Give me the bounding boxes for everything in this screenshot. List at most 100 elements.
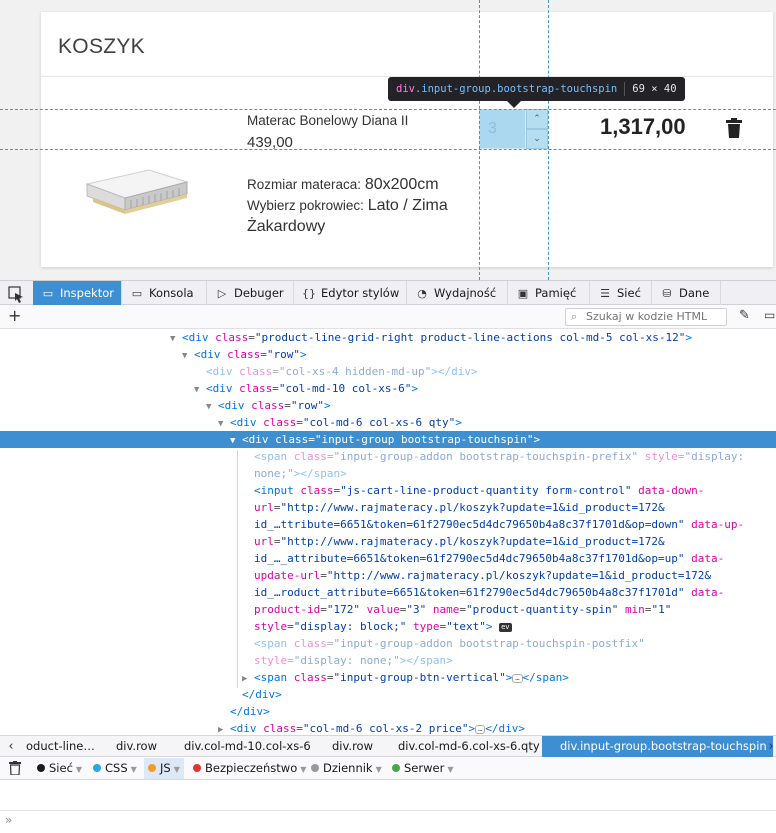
page-viewport: KOSZYK Materac Bonelowy Diana II 439,00 …	[0, 0, 776, 280]
element-picker-button[interactable]	[0, 281, 33, 305]
breadcrumb-item[interactable]: div.row	[332, 736, 373, 757]
breadcrumb-item[interactable]: div.col-md-10.col-xs-6	[184, 736, 311, 757]
breadcrumb: ‹ oduct-line… div.row div.col-md-10.col-…	[0, 735, 776, 757]
network-dot-icon	[37, 763, 45, 772]
filter-security[interactable]: Bezpieczeństwo ▼	[193, 758, 306, 779]
filter-js[interactable]: JS ▼	[144, 758, 184, 779]
tab-performance[interactable]: ◔ Wydajność	[407, 281, 508, 305]
attr-value: row	[297, 399, 318, 412]
console-prompt-icon: »	[5, 813, 13, 827]
filter-log[interactable]: Dziennik ▼	[311, 758, 382, 779]
markup-node-cont: update-url="http://www.rajmateracy.pl/ko…	[254, 569, 711, 582]
attr-value: http://www.rajmateracy.pl/koszyk?update=…	[287, 535, 665, 548]
markup-node-selected[interactable]: ▼ <div class="input-group bootstrap-touch…	[0, 431, 776, 448]
markup-node[interactable]: <div class="col-xs-4 hidden-md-up"></div…	[0, 363, 776, 380]
attribute-cover: Wybierz pokrowiec: Lato / Zima Żakardowy	[247, 195, 477, 237]
markup-close-tag: </div>	[230, 705, 270, 718]
attribute-cover-label: Wybierz pokrowiec:	[247, 198, 364, 213]
markup-node-cont: id_…_attribute=6651&token=61f2790ec5d4dc…	[254, 552, 725, 565]
breadcrumb-item[interactable]: div.col-md-6.col-xs-6.qty	[398, 736, 540, 757]
tab-network[interactable]: ☰ Sieć	[590, 281, 652, 305]
infobar-tag: div	[396, 83, 415, 95]
product-attributes: Rozmiar materaca: 80x200cm Wybierz pokro…	[247, 174, 477, 237]
devtools-tabbar: ▭ Inspektor ▭ Konsola ▷ Debuger {} Edytor st…	[0, 280, 776, 305]
markup-node[interactable]: ▼ <div class="row">	[0, 346, 776, 363]
attr-value: product-line-grid-right product-line-act…	[261, 331, 679, 344]
product-name[interactable]: Materac Bonelowy Diana II	[247, 113, 408, 128]
console-icon: ▭	[131, 287, 143, 300]
debugger-icon: ▷	[217, 287, 227, 300]
tab-debugger[interactable]: ▷ Debuger	[207, 281, 294, 305]
markup-node[interactable]: ▶ <div class="col-md-6 col-xs-2 price">… <…	[0, 720, 776, 734]
markup-node-cont: none;"></span>	[254, 467, 347, 480]
attr-value: id_…ttribute=6651&token=61f2790ec5d4dc79…	[254, 518, 678, 531]
breadcrumb-item[interactable]: div.row	[116, 736, 157, 757]
markup-node-cont: product-id="172" value="3" name="product…	[254, 603, 672, 616]
tab-label: Edytor stylów	[321, 286, 400, 300]
filter-server[interactable]: Serwer ▼	[392, 758, 453, 779]
markup-view: ▼ <div class="product-line-grid-right pro…	[0, 329, 776, 734]
markup-node[interactable]: ▼ <div class="row">	[0, 397, 776, 414]
chevron-left-icon[interactable]: ‹	[4, 736, 18, 757]
markup-node[interactable]: ▶ <span class="input-group-btn-vertical">…	[0, 669, 776, 686]
mattress-image[interactable]	[79, 162, 191, 218]
attr-value: col-md-6 col-xs-6 qty	[309, 416, 449, 429]
html-search-input[interactable]: ⌕ Szukaj w kodzie HTML	[565, 308, 727, 326]
panel-toggle-icon[interactable]: ▭	[764, 308, 775, 322]
attr-value: http://www.rajmateracy.pl/koszyk?update=…	[333, 569, 711, 582]
filter-network[interactable]: Sieć ▼	[37, 758, 82, 779]
markup-node[interactable]: ▼ <div class="product-line-grid-right pro…	[0, 329, 776, 346]
markup-node[interactable]: ▼ <div class="col-md-10 col-xs-6">	[0, 380, 776, 397]
eyedropper-icon[interactable]: ✎	[739, 308, 750, 323]
tab-label: Inspektor	[60, 286, 114, 300]
attr-value: id_…_attribute=6651&token=61f2790ec5d4dc…	[254, 552, 678, 565]
tab-inspector[interactable]: ▭ Inspektor	[33, 281, 122, 305]
chevron-down-icon: ▼	[375, 765, 382, 774]
collapsed-ellipsis[interactable]: …	[512, 673, 523, 683]
markup-node-cont: url="http://www.rajmateracy.pl/koszyk?up…	[254, 501, 665, 514]
markup-node[interactable]: <input class="js-cart-line-product-quant…	[0, 482, 776, 499]
chevron-right-icon[interactable]: ›	[764, 736, 776, 757]
clear-console-icon[interactable]	[9, 761, 21, 775]
tab-label: Sieć	[617, 286, 641, 300]
markup-close-tag: </div>	[242, 688, 282, 701]
chevron-down-icon: ▼	[447, 765, 454, 774]
breadcrumb-item[interactable]: oduct-line…	[26, 736, 95, 757]
attr-value: product-quantity-spin	[472, 603, 612, 616]
collapsed-ellipsis[interactable]: …	[475, 724, 486, 734]
expand-arrow-icon[interactable]: ▶	[218, 722, 230, 734]
markup-node-cont: url="http://www.rajmateracy.pl/koszyk?up…	[254, 535, 665, 548]
trash-icon[interactable]	[725, 118, 743, 138]
style-editor-icon: {}	[302, 287, 316, 300]
breadcrumb-item-active[interactable]: div.input-group.bootstrap-touchspin	[542, 736, 773, 757]
cart-card: KOSZYK Materac Bonelowy Diana II 439,00 …	[41, 12, 773, 267]
quantity-down-button[interactable]: ⌄	[526, 129, 548, 149]
quantity-input[interactable]: 3	[479, 109, 526, 149]
storage-icon: ⛁	[662, 287, 672, 300]
line-total: 1,317,00	[600, 114, 686, 139]
search-placeholder: Szukaj w kodzie HTML	[586, 310, 708, 323]
chevron-down-icon: ⌄	[533, 134, 541, 144]
console-input[interactable]: »	[0, 811, 776, 833]
console-output	[0, 781, 776, 811]
attr-value: 1	[658, 603, 665, 616]
attr-value: col-md-10 col-xs-6	[285, 382, 405, 395]
attr-value: 172	[333, 603, 354, 616]
add-node-icon[interactable]: +	[8, 306, 21, 325]
markup-node[interactable]: <span class="input-group-addon bootstrap…	[0, 635, 776, 652]
tab-console[interactable]: ▭ Konsola	[122, 281, 207, 305]
markup-node[interactable]: ▼ <div class="col-md-6 col-xs-6 qty">	[0, 414, 776, 431]
markup-node-cont: style="display: none;"></span>	[254, 654, 453, 667]
tab-style-editor[interactable]: {} Edytor stylów	[294, 281, 407, 305]
quantity-up-button[interactable]: ⌃	[526, 109, 548, 129]
markup-node[interactable]: <span class="input-group-addon bootstrap…	[0, 448, 776, 465]
attribute-size-label: Rozmiar materaca:	[247, 177, 362, 192]
search-icon: ⌕	[571, 310, 578, 323]
devtools-panel: ▭ Inspektor ▭ Konsola ▷ Debuger {} Edytor st…	[0, 280, 776, 833]
tab-storage[interactable]: ⛁ Dane	[652, 281, 721, 305]
filter-label: Dziennik	[323, 761, 373, 775]
attr-value: row	[273, 348, 294, 361]
tab-memory[interactable]: ▣ Pamięć	[508, 281, 590, 305]
event-badge[interactable]: ev	[499, 622, 512, 632]
filter-css[interactable]: CSS ▼	[93, 758, 137, 779]
